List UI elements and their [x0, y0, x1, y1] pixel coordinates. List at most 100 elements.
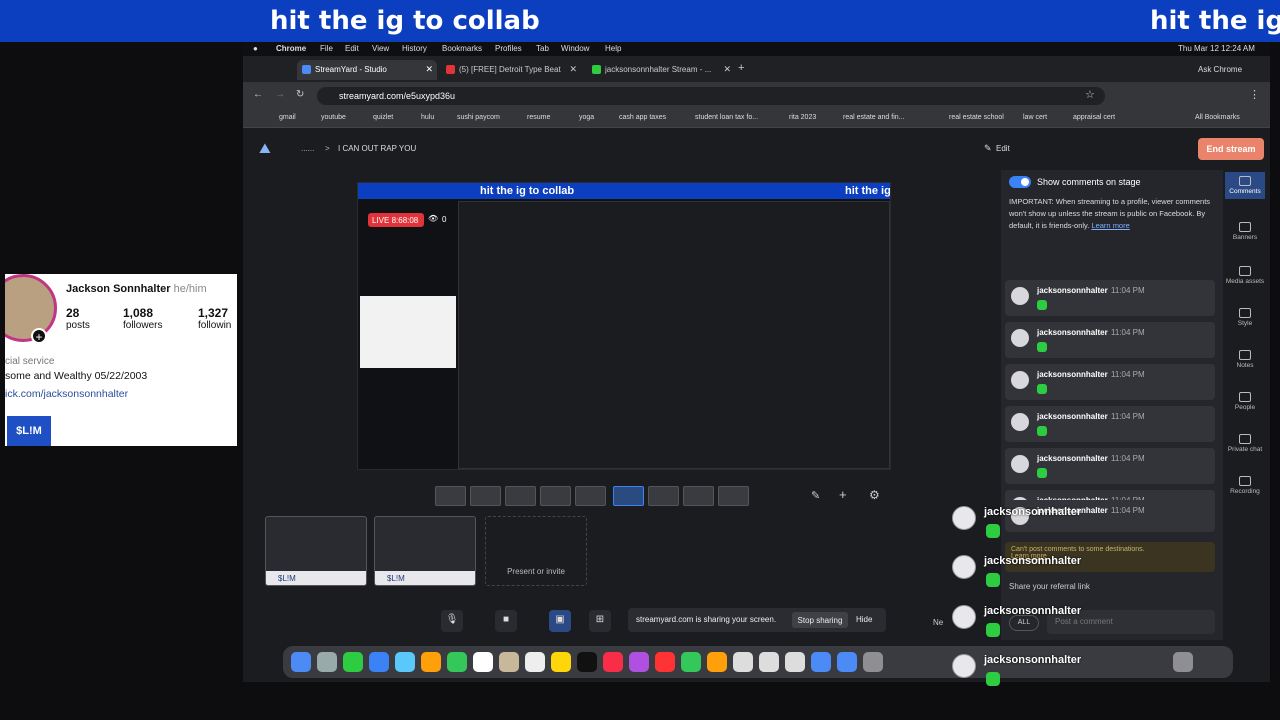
close-tab-icon[interactable]: ✕ [569, 64, 577, 75]
edit-button[interactable]: Edit [996, 144, 1010, 153]
settings-app-icon[interactable] [863, 652, 883, 672]
followers-stat[interactable]: 1,088 followers [123, 306, 162, 331]
learn-more-link[interactable]: Learn more [1091, 221, 1129, 230]
new-tab-icon[interactable]: + [738, 62, 744, 74]
menu-history[interactable]: History [402, 44, 427, 53]
reminders-icon[interactable] [525, 652, 545, 672]
hide-button[interactable]: Hide [856, 615, 872, 624]
screen-share-icon[interactable]: ▣ [549, 610, 571, 632]
rail-private-chat[interactable]: Private chat [1225, 434, 1265, 453]
layout-group[interactable] [470, 486, 501, 506]
app-store-icon[interactable] [837, 652, 857, 672]
layout-leader[interactable] [575, 486, 606, 506]
notes-app-icon[interactable] [551, 652, 571, 672]
bookmark-hulu[interactable]: hulu [421, 114, 434, 121]
bookmark-law-cert[interactable]: law cert [1023, 114, 1047, 121]
app-icon[interactable] [733, 652, 753, 672]
menu-view[interactable]: View [372, 44, 389, 53]
facetime-icon[interactable] [447, 652, 467, 672]
rail-recording[interactable]: Recording [1225, 476, 1265, 495]
maps-icon[interactable] [395, 652, 415, 672]
bookmark-quizlet[interactable]: quizlet [373, 114, 393, 121]
add-icon[interactable]: + [839, 487, 847, 502]
news-icon[interactable] [655, 652, 675, 672]
new-button[interactable]: Ne [933, 618, 943, 627]
close-tab-icon[interactable]: ✕ [425, 64, 433, 75]
browser-menu-icon[interactable]: ⋮ [1249, 88, 1260, 101]
rail-style[interactable]: Style [1225, 308, 1265, 327]
comment-item[interactable]: jacksonsonnhalter 11:04 PM [1005, 322, 1215, 358]
menu-profiles[interactable]: Profiles [495, 44, 522, 53]
menu-window[interactable]: Window [561, 44, 589, 53]
profile-link[interactable]: ick.com/jacksonsonnhalter [5, 388, 128, 400]
layout-cinema[interactable] [683, 486, 714, 506]
rail-media-assets[interactable]: Media assets [1225, 266, 1265, 285]
forward-icon[interactable]: → [275, 89, 285, 100]
music-icon[interactable] [603, 652, 623, 672]
bookmark-sushi-paycom[interactable]: sushi paycom [457, 114, 500, 121]
pencil-icon[interactable]: ✎ [811, 489, 820, 502]
bookmark-yoga[interactable]: yoga [579, 114, 594, 121]
bookmark-real-estate-school[interactable]: real estate school [949, 114, 1004, 121]
camera-thumbnail[interactable]: $L!M [265, 516, 367, 586]
layout-solo[interactable] [435, 486, 466, 506]
rail-banners[interactable]: Banners [1225, 222, 1265, 241]
chrome-icon[interactable] [811, 652, 831, 672]
bookmark-resume[interactable]: resume [527, 114, 550, 121]
bookmark-gmail[interactable]: gmail [279, 114, 296, 121]
camera-icon[interactable]: ■ [495, 610, 517, 632]
bookmark-youtube[interactable]: youtube [321, 114, 346, 121]
rail-people[interactable]: People [1225, 392, 1265, 411]
add-story-icon[interactable]: + [31, 328, 47, 344]
pages-icon[interactable] [707, 652, 727, 672]
microphone-icon[interactable]: 🎙 [441, 610, 463, 632]
layout-screen-share[interactable] [613, 486, 644, 506]
bookmark-cash-app-taxes[interactable]: cash app taxes [619, 114, 666, 121]
menubar-datetime[interactable]: Thu Mar 12 12:24 AM [1178, 44, 1255, 53]
bookmark-student-loan[interactable]: student loan tax fo... [695, 114, 758, 121]
app-icon[interactable] [759, 652, 779, 672]
layout-custom[interactable] [718, 486, 749, 506]
app-icon[interactable] [785, 652, 805, 672]
comment-item[interactable]: jacksonsonnhalter 11:04 PM [1005, 364, 1215, 400]
calendar-icon[interactable] [473, 652, 493, 672]
tv-icon[interactable] [577, 652, 597, 672]
trash-icon[interactable] [1173, 652, 1193, 672]
layout-group-2[interactable] [505, 486, 536, 506]
show-comments-toggle[interactable] [1009, 176, 1031, 188]
reload-icon[interactable]: ↻ [296, 89, 304, 100]
close-tab-icon[interactable]: ✕ [723, 64, 731, 75]
tab-kick[interactable]: jacksonsonnhalter Stream - ... ✕ [587, 60, 735, 80]
contacts-icon[interactable] [499, 652, 519, 672]
layout-group-3[interactable] [540, 486, 571, 506]
settings-gear-icon[interactable]: ⚙ [869, 488, 880, 502]
rail-comments[interactable]: Comments [1225, 172, 1265, 199]
bookmark-rita[interactable]: rita 2023 [789, 114, 816, 121]
profile-tag-button[interactable]: $L!M [7, 416, 51, 446]
rail-notes[interactable]: Notes [1225, 350, 1265, 369]
photos-icon[interactable] [421, 652, 441, 672]
bookmark-appraisal-cert[interactable]: appraisal cert [1073, 114, 1115, 121]
breadcrumb-root[interactable]: ...... [301, 144, 314, 153]
url-input[interactable]: streamyard.com/e5uxypd36u [317, 87, 1105, 105]
layout-pip[interactable] [648, 486, 679, 506]
comment-item[interactable]: jacksonsonnhalter 11:04 PM [1005, 448, 1215, 484]
bookmark-star-icon[interactable]: ☆ [1085, 88, 1095, 101]
podcasts-icon[interactable] [629, 652, 649, 672]
ask-chrome-button[interactable]: Ask Chrome [1198, 65, 1242, 74]
present-or-invite-button[interactable]: Present or invite [485, 516, 587, 586]
menu-file[interactable]: File [320, 44, 333, 53]
menu-edit[interactable]: Edit [345, 44, 359, 53]
following-stat[interactable]: 1,327 followin [198, 306, 231, 331]
comment-item[interactable]: jacksonsonnhalter 11:04 PM [1005, 280, 1215, 316]
menu-app-name[interactable]: Chrome [276, 44, 306, 53]
bookmark-real-estate-fin[interactable]: real estate and fin... [843, 114, 904, 121]
all-bookmarks[interactable]: All Bookmarks [1195, 114, 1240, 121]
back-icon[interactable]: ← [253, 89, 263, 100]
menu-tab[interactable]: Tab [536, 44, 549, 53]
menu-help[interactable]: Help [605, 44, 621, 53]
tab-streamyard[interactable]: StreamYard - Studio ✕ [297, 60, 437, 80]
tab-youtube[interactable]: (5) [FREE] Detroit Type Beat ✕ [441, 60, 581, 80]
present-icon[interactable]: ⊞ [589, 610, 611, 632]
numbers-icon[interactable] [681, 652, 701, 672]
